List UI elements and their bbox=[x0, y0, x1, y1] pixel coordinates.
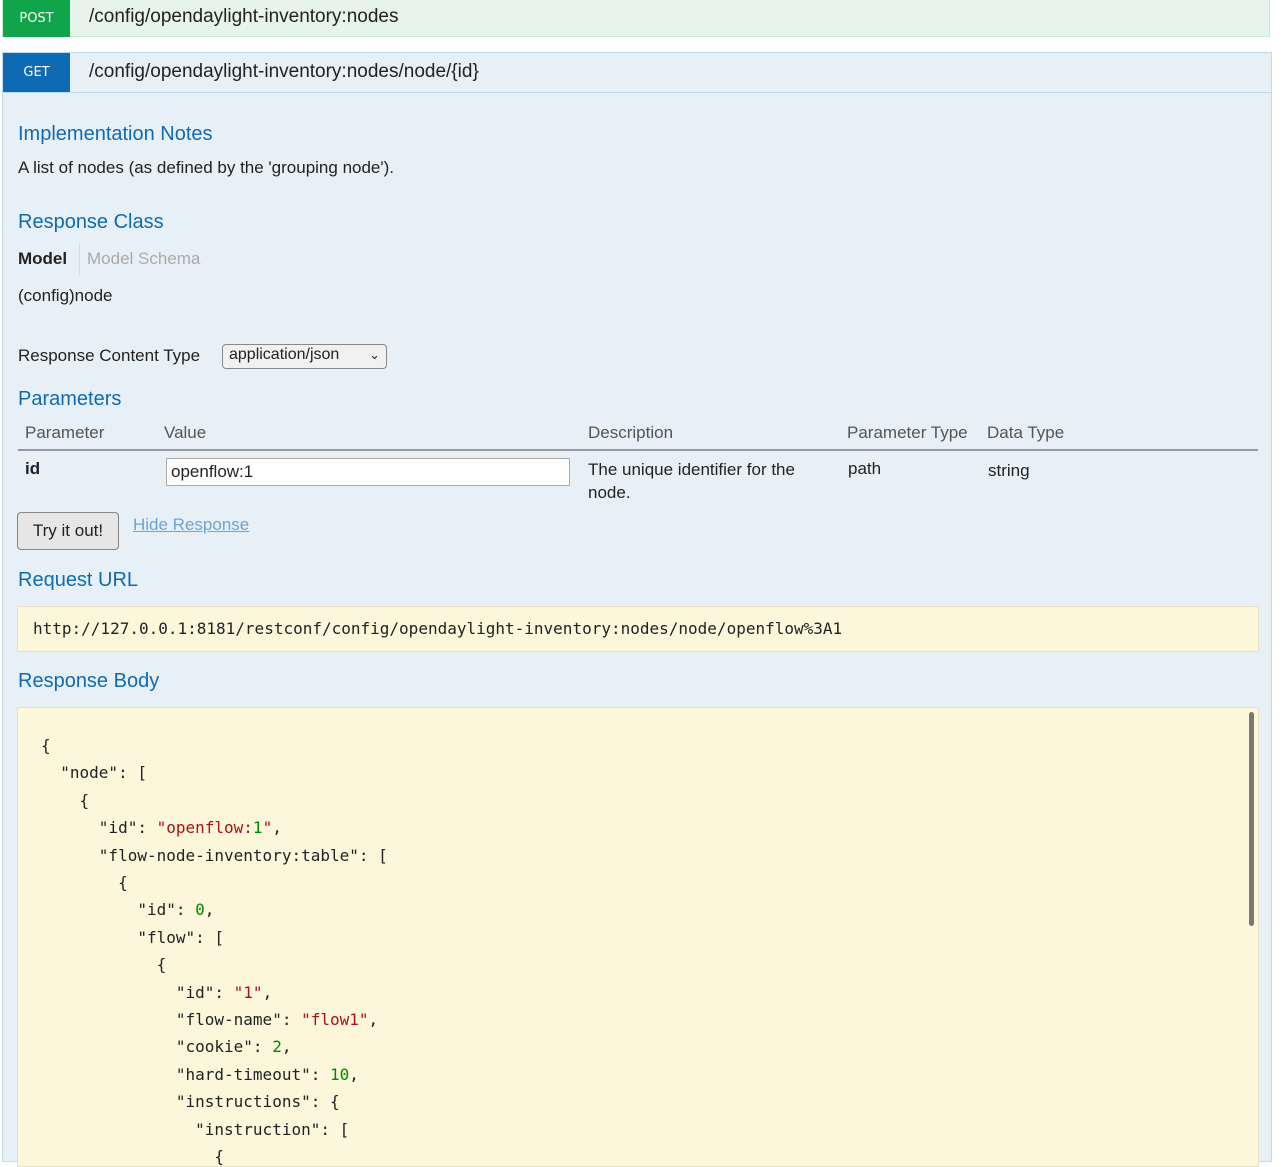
column-header-value: Value bbox=[164, 423, 207, 442]
param-name: id bbox=[25, 459, 41, 478]
get-endpoint-path[interactable]: /config/opendaylight-inventory:nodes/nod… bbox=[89, 61, 479, 83]
get-method-badge[interactable]: GET bbox=[3, 53, 70, 92]
response-body-line: "hard-timeout": 10, bbox=[41, 1064, 359, 1084]
response-model-name: (config)node bbox=[18, 286, 113, 305]
column-header-description: Description bbox=[588, 423, 674, 442]
response-content-type-value: application/json bbox=[229, 346, 340, 363]
response-content-type-label: Response Content Type bbox=[18, 346, 201, 365]
response-body-line: "flow": [ bbox=[41, 927, 225, 947]
implementation-notes-text: A list of nodes (as defined by the 'grou… bbox=[18, 158, 395, 177]
response-body-line: "cookie": 2, bbox=[41, 1037, 292, 1057]
response-body-line: "instruction": [ bbox=[41, 1119, 350, 1139]
post-endpoint-bar[interactable]: POST /config/opendaylight-inventory:node… bbox=[2, 0, 1270, 37]
get-endpoint-header[interactable]: GET /config/opendaylight-inventory:nodes… bbox=[3, 53, 1271, 93]
response-body-line: "id": 0, bbox=[41, 900, 215, 920]
table-header-divider bbox=[18, 449, 1258, 451]
implementation-notes-heading: Implementation Notes bbox=[18, 123, 213, 145]
response-body-line: { bbox=[41, 955, 167, 975]
response-body-line: "flow-node-inventory:table": [ bbox=[41, 845, 388, 865]
column-header-parameter-type: Parameter Type bbox=[847, 423, 968, 442]
response-content-type-select[interactable]: application/json ⌄ bbox=[222, 344, 387, 369]
response-body-line: { bbox=[41, 1147, 225, 1167]
param-type: path bbox=[848, 459, 882, 478]
response-body-line: "id": "1", bbox=[175, 982, 273, 1002]
post-endpoint-path[interactable]: /config/opendaylight-inventory:nodes bbox=[89, 6, 398, 28]
request-url-box: http://127.0.0.1:8181/restconf/config/op… bbox=[17, 606, 1259, 652]
response-body-code: { "node": [ { "id": "openflow:1", "flow-… bbox=[18, 708, 1258, 1167]
chevron-down-icon: ⌄ bbox=[369, 347, 380, 362]
response-body-line: "id": "openflow:1", bbox=[98, 818, 282, 838]
param-description: The unique identifier for the node. bbox=[588, 460, 795, 502]
get-endpoint-section: GET /config/opendaylight-inventory:nodes… bbox=[2, 52, 1272, 1167]
response-body-line: { bbox=[41, 790, 90, 810]
hide-response-link[interactable]: Hide Response bbox=[133, 515, 249, 535]
response-body-line: { bbox=[41, 873, 128, 893]
response-body-heading: Response Body bbox=[18, 670, 160, 692]
id-value-input[interactable] bbox=[166, 458, 570, 486]
request-url-heading: Request URL bbox=[18, 569, 139, 591]
response-body-line: "flow-name": "flow1", bbox=[175, 1010, 379, 1030]
param-data-type: string bbox=[988, 461, 1030, 480]
tab-divider bbox=[79, 243, 80, 275]
parameters-heading: Parameters bbox=[18, 388, 122, 410]
column-header-parameter: Parameter bbox=[25, 423, 105, 442]
response-body-line: "instructions": { bbox=[41, 1092, 340, 1112]
response-body-scrollbar[interactable] bbox=[1249, 712, 1254, 926]
tab-model-schema[interactable]: Model Schema bbox=[87, 249, 200, 269]
response-body-line: "node": [ bbox=[41, 763, 147, 783]
tab-model[interactable]: Model bbox=[18, 249, 67, 269]
response-body-line: { bbox=[41, 736, 51, 755]
try-it-out-button[interactable]: Try it out! bbox=[17, 512, 119, 550]
column-header-data-type: Data Type bbox=[987, 423, 1065, 442]
response-body-box[interactable]: { "node": [ { "id": "openflow:1", "flow-… bbox=[17, 707, 1259, 1167]
post-method-badge[interactable]: POST bbox=[3, 0, 70, 37]
response-class-heading: Response Class bbox=[18, 211, 164, 233]
